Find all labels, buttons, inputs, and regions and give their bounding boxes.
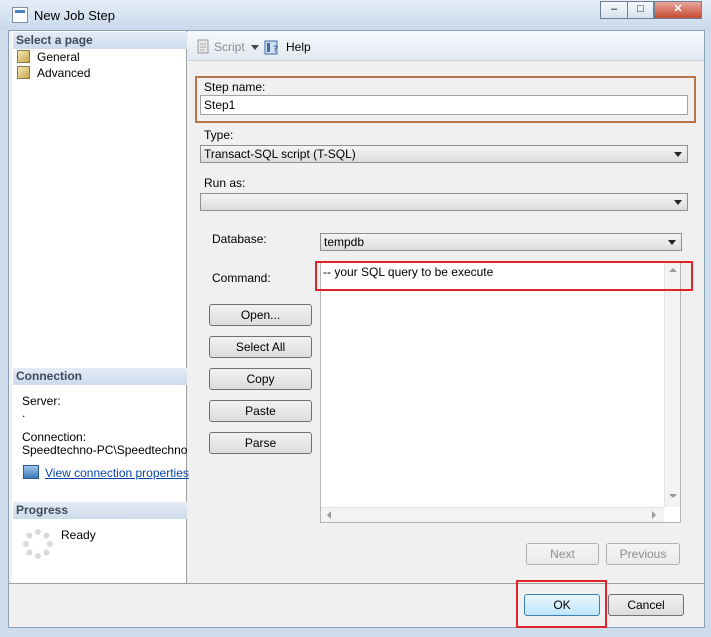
chevron-down-icon xyxy=(674,200,682,205)
connection-header: Connection xyxy=(13,368,187,385)
command-textarea[interactable] xyxy=(320,261,681,523)
chevron-down-icon xyxy=(674,152,682,157)
type-label: Type: xyxy=(204,128,234,142)
command-label: Command: xyxy=(212,271,271,285)
paste-button[interactable]: Paste xyxy=(209,400,312,422)
cancel-button[interactable]: Cancel xyxy=(608,594,684,616)
progress-header: Progress xyxy=(13,502,187,519)
svg-text:?: ? xyxy=(273,45,278,55)
app-icon xyxy=(12,7,28,23)
maximize-button[interactable]: □ xyxy=(627,1,654,19)
command-horizontal-scrollbar[interactable] xyxy=(321,507,664,522)
scroll-right-icon[interactable] xyxy=(652,511,656,519)
script-icon xyxy=(196,39,211,54)
connection-label: Connection: xyxy=(22,430,87,444)
connection-value: Speedtechno-PC\Speedtechno xyxy=(22,443,188,457)
command-vertical-scrollbar[interactable] xyxy=(664,262,680,507)
close-button[interactable]: ✕ xyxy=(654,1,702,19)
parse-button[interactable]: Parse xyxy=(209,432,312,454)
step-name-label: Step name: xyxy=(204,80,266,94)
next-button[interactable]: Next xyxy=(526,543,599,565)
run-as-select[interactable] xyxy=(200,193,688,211)
select-all-button[interactable]: Select All xyxy=(209,336,312,358)
view-connection-properties-link[interactable]: View connection properties xyxy=(45,466,189,480)
page-icon xyxy=(17,50,30,63)
open-button[interactable]: Open... xyxy=(209,304,312,326)
page-icon xyxy=(17,66,30,79)
progress-spinner-icon xyxy=(23,529,53,559)
minimize-button[interactable]: – xyxy=(600,1,628,19)
server-value: . xyxy=(22,406,26,420)
step-name-input[interactable]: Step1 xyxy=(200,95,688,115)
database-select[interactable]: tempdb xyxy=(320,233,682,251)
page-label: General xyxy=(37,50,80,64)
select-page-header: Select a page xyxy=(13,32,187,49)
type-select-value: Transact-SQL script (T-SQL) xyxy=(204,147,356,161)
progress-status: Ready xyxy=(61,528,96,542)
page-label: Advanced xyxy=(37,66,91,80)
command-text: -- your SQL query to be execute xyxy=(323,265,494,279)
scroll-down-icon[interactable] xyxy=(669,494,677,498)
previous-button[interactable]: Previous xyxy=(606,543,680,565)
left-pane xyxy=(12,31,187,583)
chevron-down-icon xyxy=(668,240,676,245)
window-title: New Job Step xyxy=(34,8,115,23)
type-select[interactable]: Transact-SQL script (T-SQL) xyxy=(200,145,688,163)
server-label: Server: xyxy=(22,394,61,408)
database-label: Database: xyxy=(212,232,267,246)
help-button[interactable]: Help xyxy=(286,40,311,54)
script-dropdown-arrow-icon[interactable] xyxy=(251,45,259,50)
ok-highlight xyxy=(516,580,607,628)
connection-properties-icon xyxy=(23,465,39,479)
scroll-left-icon[interactable] xyxy=(327,511,331,519)
help-icon: ? xyxy=(264,39,280,55)
run-as-label: Run as: xyxy=(204,176,246,190)
database-select-value: tempdb xyxy=(324,235,365,249)
script-button[interactable]: Script xyxy=(214,40,245,54)
copy-button[interactable]: Copy xyxy=(209,368,312,390)
